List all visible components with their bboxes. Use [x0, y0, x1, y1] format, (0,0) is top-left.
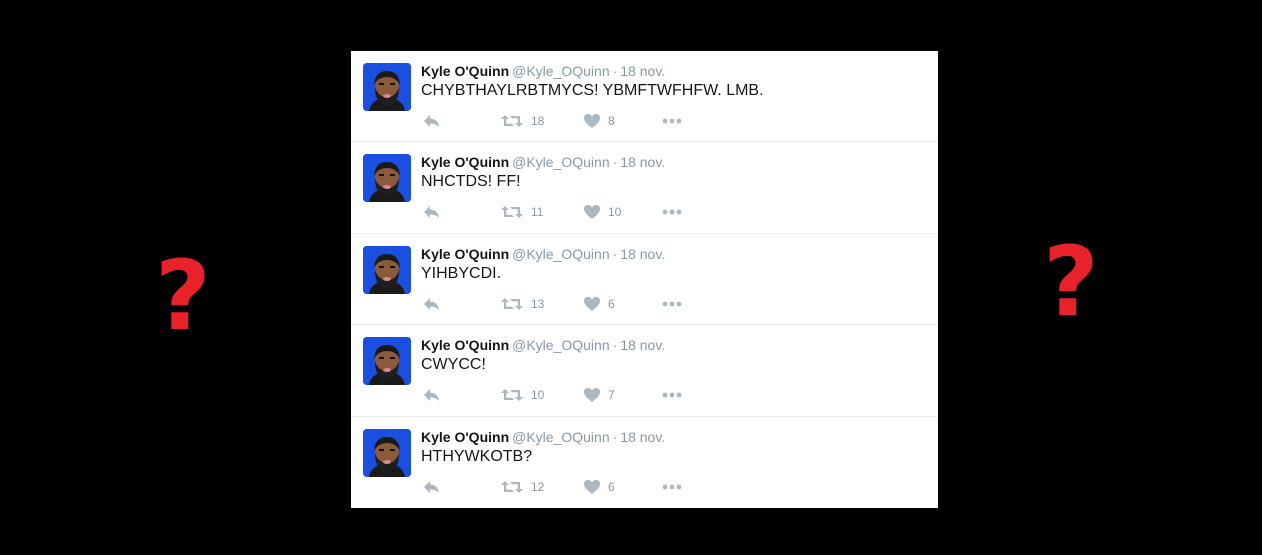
like-count: 6 — [608, 296, 615, 311]
avatar[interactable] — [363, 245, 411, 294]
tweet-date[interactable]: 18 nov. — [620, 429, 665, 445]
more-icon — [662, 484, 682, 490]
tweet-header: Kyle O'Quinn @Kyle_OQuinn · 18 nov. — [421, 336, 665, 354]
author-name[interactable]: Kyle O'Quinn — [421, 154, 509, 170]
tweet-date[interactable]: 18 nov. — [620, 154, 665, 170]
tweet[interactable]: Kyle O'Quinn @Kyle_OQuinn · 18 nov. CWYCC! … — [351, 325, 938, 417]
like-button[interactable]: 6 — [584, 479, 615, 495]
more-options-button[interactable] — [662, 479, 682, 495]
retweet-button[interactable]: 18 — [501, 113, 544, 129]
tweet-header: Kyle O'Quinn @Kyle_OQuinn · 18 nov. — [421, 245, 665, 263]
tweet-actions: 12 6 — [421, 477, 721, 497]
tweet-feed: Kyle O'Quinn @Kyle_OQuinn · 18 nov. CHYBTHA… — [351, 51, 938, 508]
heart-icon — [584, 205, 600, 220]
like-button[interactable]: 8 — [584, 113, 615, 129]
retweet-button[interactable]: 11 — [501, 204, 543, 220]
reply-button[interactable] — [423, 387, 440, 403]
retweet-count: 13 — [531, 296, 545, 311]
retweet-count: 18 — [531, 114, 545, 128]
author-name[interactable]: Kyle O'Quinn — [421, 246, 509, 262]
author-handle[interactable]: @Kyle_OQuinn — [512, 63, 609, 79]
heart-icon — [584, 479, 600, 494]
more-options-button[interactable] — [662, 296, 682, 312]
tweet[interactable]: Kyle O'Quinn @Kyle_OQuinn · 18 nov. YIHBYCD… — [351, 234, 938, 326]
tweet-text: CHYBTHAYLRBTMYCS! YBMFTWFHFW. LMB. — [421, 82, 764, 99]
tweet-actions: 18 8 — [421, 111, 721, 131]
avatar[interactable] — [363, 63, 411, 111]
tweet-actions: 10 7 — [421, 385, 721, 405]
heart-icon — [584, 114, 600, 128]
separator-dot: · — [612, 154, 618, 171]
tweet-text: NHCTDS! FF! — [421, 173, 521, 191]
retweet-icon — [501, 205, 523, 219]
retweet-icon — [501, 297, 523, 311]
tweet[interactable]: Kyle O'Quinn @Kyle_OQuinn · 18 nov. NHCTDS!… — [351, 142, 938, 234]
tweet-date[interactable]: 18 nov. — [620, 337, 665, 353]
tweet-date[interactable]: 18 nov. — [620, 63, 665, 79]
reply-icon — [423, 388, 440, 402]
like-count: 6 — [608, 479, 615, 494]
retweet-icon — [501, 114, 523, 128]
tweet-header: Kyle O'Quinn @Kyle_OQuinn · 18 nov. — [421, 153, 665, 171]
reply-icon — [423, 114, 440, 128]
tweet-text: CWYCC! — [421, 356, 486, 374]
reply-button[interactable] — [423, 113, 440, 129]
author-handle[interactable]: @Kyle_OQuinn — [512, 246, 609, 262]
more-options-button[interactable] — [662, 204, 682, 220]
retweet-icon — [501, 480, 523, 494]
reply-icon — [423, 297, 440, 311]
separator-dot: · — [612, 245, 618, 262]
left-question-mark: ? — [155, 240, 211, 352]
retweet-count: 12 — [531, 479, 545, 494]
avatar[interactable] — [363, 337, 411, 386]
reply-icon — [423, 480, 440, 494]
separator-dot: · — [612, 428, 618, 445]
tweet[interactable]: Kyle O'Quinn @Kyle_OQuinn · 18 nov. HTHYWKO… — [351, 417, 938, 508]
separator-dot: · — [612, 63, 618, 79]
like-count: 8 — [608, 114, 615, 128]
more-icon — [662, 209, 682, 215]
like-button[interactable]: 7 — [584, 387, 615, 403]
author-handle[interactable]: @Kyle_OQuinn — [512, 337, 609, 353]
separator-dot: · — [612, 337, 618, 354]
reply-icon — [423, 205, 440, 219]
avatar[interactable] — [363, 428, 411, 477]
more-options-button[interactable] — [662, 113, 682, 129]
more-icon — [662, 301, 682, 307]
more-icon — [662, 118, 682, 124]
tweet-actions: 13 6 — [421, 294, 721, 314]
author-handle[interactable]: @Kyle_OQuinn — [512, 154, 609, 170]
tweet-header: Kyle O'Quinn @Kyle_OQuinn · 18 nov. — [421, 428, 665, 446]
like-button[interactable]: 6 — [584, 296, 615, 312]
right-question-mark: ? — [1043, 226, 1099, 338]
heart-icon — [584, 296, 600, 311]
tweet-actions: 11 10 — [421, 202, 721, 222]
more-options-button[interactable] — [662, 387, 682, 403]
author-name[interactable]: Kyle O'Quinn — [421, 337, 509, 353]
retweet-button[interactable]: 12 — [501, 479, 544, 495]
retweet-button[interactable]: 10 — [501, 387, 544, 403]
author-name[interactable]: Kyle O'Quinn — [421, 63, 509, 79]
retweet-count: 11 — [531, 205, 544, 220]
tweet-header: Kyle O'Quinn @Kyle_OQuinn · 18 nov. — [421, 62, 665, 80]
like-button[interactable]: 10 — [584, 204, 621, 220]
avatar[interactable] — [363, 154, 411, 203]
tweet-text: HTHYWKOTB? — [421, 447, 533, 465]
tweet-text: YIHBYCDI. — [421, 264, 502, 282]
tweet[interactable]: Kyle O'Quinn @Kyle_OQuinn · 18 nov. CHYBTHA… — [351, 51, 938, 143]
retweet-button[interactable]: 13 — [501, 296, 544, 312]
reply-button[interactable] — [423, 296, 440, 312]
retweet-icon — [501, 388, 523, 402]
tweet-date[interactable]: 18 nov. — [620, 246, 665, 262]
reply-button[interactable] — [423, 204, 440, 220]
author-name[interactable]: Kyle O'Quinn — [421, 429, 509, 445]
heart-icon — [584, 388, 600, 403]
retweet-count: 10 — [531, 388, 545, 403]
like-count: 7 — [608, 388, 615, 403]
like-count: 10 — [608, 205, 622, 220]
more-icon — [662, 392, 682, 398]
reply-button[interactable] — [423, 479, 440, 495]
author-handle[interactable]: @Kyle_OQuinn — [512, 429, 609, 445]
